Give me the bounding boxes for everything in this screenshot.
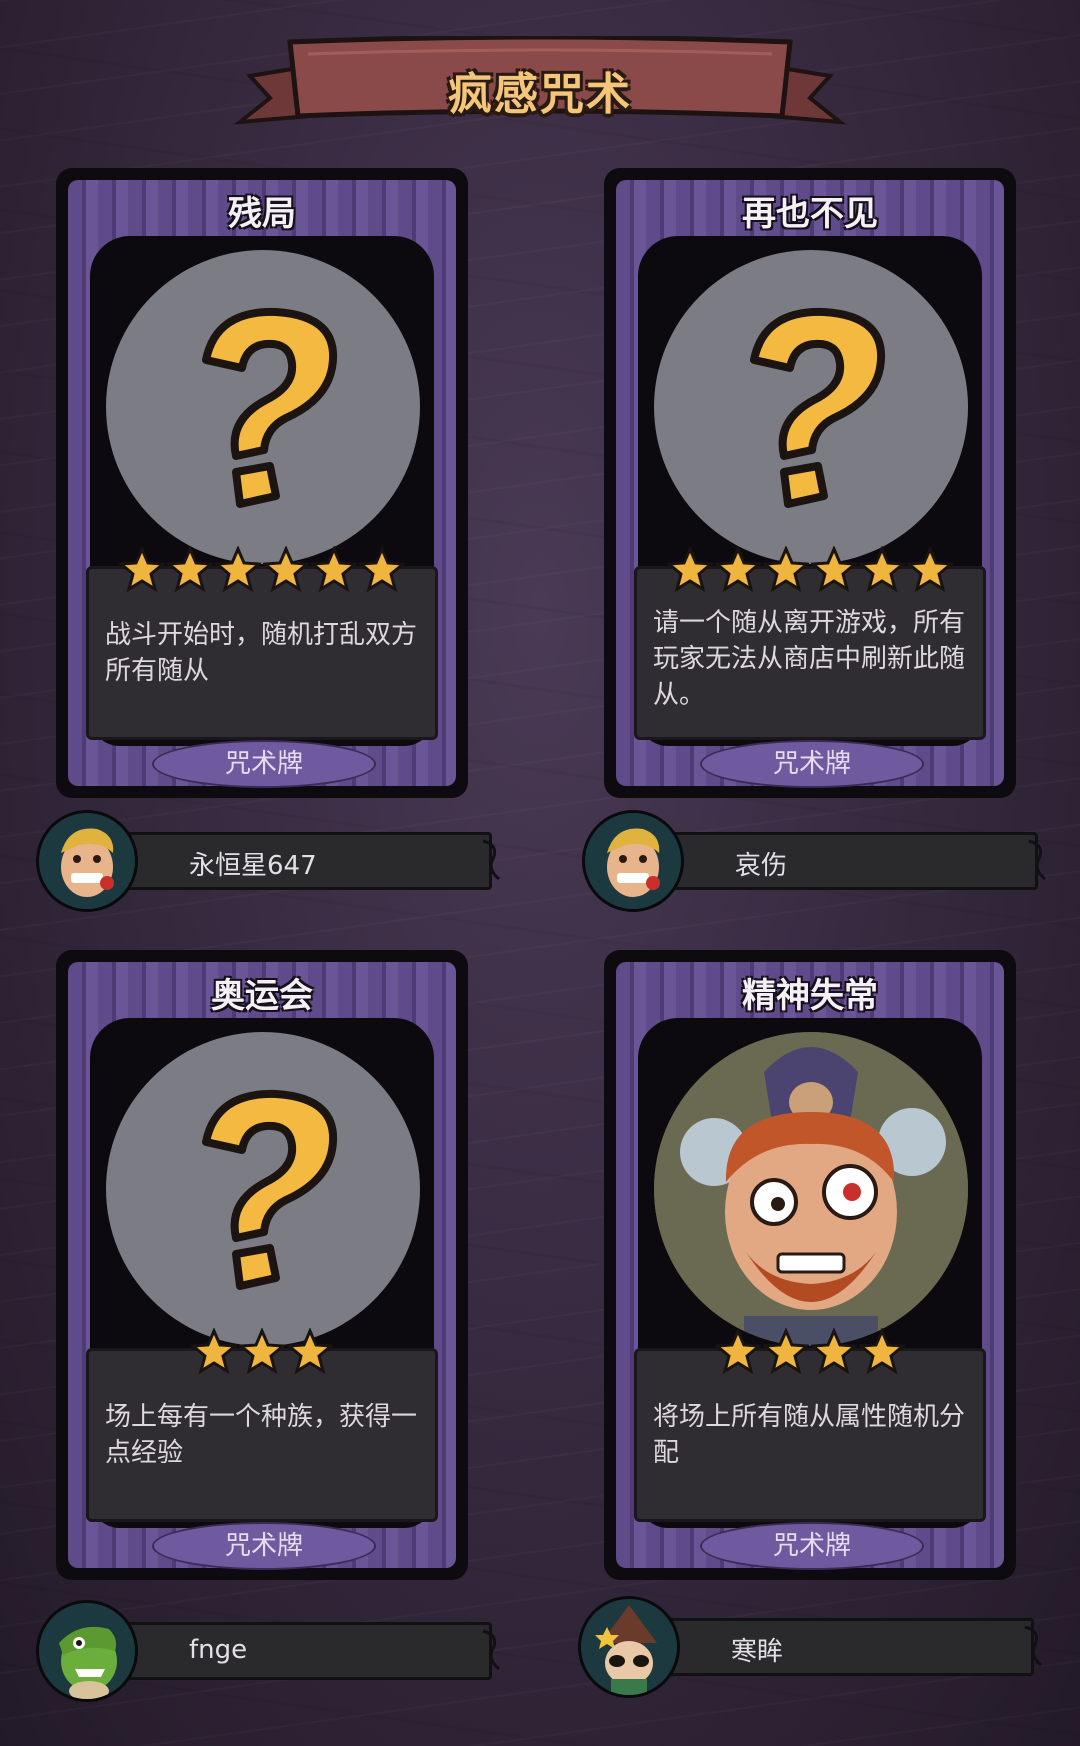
star-rating <box>56 1328 468 1374</box>
author-nameplate: 寒眸 <box>648 1618 1042 1676</box>
star-icon <box>311 546 357 592</box>
spell-card[interactable]: 再也不见 请一个随从离开游戏，所有玩家无法从商店中刷新此随从。 咒术牌 <box>604 168 1016 798</box>
rose-man-avatar <box>582 810 684 912</box>
star-icon <box>907 546 953 592</box>
crazed-bearded-man-illustration <box>654 1032 968 1346</box>
author-name: 永恒星647 <box>189 851 317 881</box>
star-icon <box>667 546 713 592</box>
star-icon <box>859 546 905 592</box>
witch-hat-avatar <box>578 1596 680 1698</box>
question-mark-icon <box>106 1032 420 1346</box>
star-icon <box>859 1328 905 1374</box>
author-row[interactable]: 哀伤 <box>582 810 1046 912</box>
card-type-label: 咒术牌 <box>700 1522 924 1570</box>
author-row[interactable]: 寒眸 <box>578 1596 1042 1698</box>
star-icon <box>287 1328 333 1374</box>
scroll-end-icon <box>1028 839 1046 881</box>
card-title: 奥运会 <box>211 976 313 1016</box>
star-icon <box>215 546 261 592</box>
card-type-label: 咒术牌 <box>700 740 924 788</box>
star-rating <box>604 546 1016 592</box>
author-name: 哀伤 <box>735 851 788 881</box>
star-icon <box>191 1328 237 1374</box>
card-title: 精神失常 <box>742 976 878 1016</box>
star-icon <box>763 1328 809 1374</box>
rose-man-avatar <box>36 810 138 912</box>
card-description: 场上每有一个种族，获得一点经验 <box>105 1402 418 1468</box>
card-type-label: 咒术牌 <box>152 1522 376 1570</box>
scroll-end-icon <box>1024 1625 1042 1667</box>
author-name: fnge <box>189 1635 248 1665</box>
card-title: 残局 <box>228 194 296 234</box>
spell-card[interactable]: 精神失常 将场上所有随从属性随机分配 咒术牌 <box>604 950 1016 1580</box>
star-icon <box>763 546 809 592</box>
page-title: 疯感咒术 <box>448 69 632 120</box>
card-description: 战斗开始时，随机打乱双方所有随从 <box>105 620 418 686</box>
author-row[interactable]: 永恒星647 <box>36 810 500 912</box>
author-row[interactable]: fnge <box>36 1600 500 1702</box>
scroll-end-icon <box>482 839 500 881</box>
card-description-box: 场上每有一个种族，获得一点经验 <box>86 1348 438 1522</box>
author-nameplate: fnge <box>106 1622 500 1680</box>
star-icon <box>811 1328 857 1374</box>
author-nameplate: 永恒星647 <box>106 832 500 890</box>
question-mark-icon <box>106 250 420 564</box>
author-nameplate: 哀伤 <box>652 832 1046 890</box>
star-icon <box>715 546 761 592</box>
card-description: 请一个随从离开游戏，所有玩家无法从商店中刷新此随从。 <box>653 608 966 710</box>
spell-card[interactable]: 奥运会 场上每有一个种族，获得一点经验 咒术牌 <box>56 950 468 1580</box>
title-banner: 疯感咒术 <box>230 36 850 132</box>
star-icon <box>811 546 857 592</box>
card-type-label: 咒术牌 <box>152 740 376 788</box>
star-rating <box>56 546 468 592</box>
star-icon <box>119 546 165 592</box>
star-icon <box>239 1328 285 1374</box>
green-dinosaur-avatar <box>36 1600 138 1702</box>
star-icon <box>263 546 309 592</box>
card-description-box: 请一个随从离开游戏，所有玩家无法从商店中刷新此随从。 <box>634 566 986 740</box>
author-name: 寒眸 <box>731 1637 784 1667</box>
star-icon <box>167 546 213 592</box>
star-icon <box>715 1328 761 1374</box>
spell-card[interactable]: 残局 战斗开始时，随机打乱双方所有随从 咒术牌 <box>56 168 468 798</box>
star-rating <box>604 1328 1016 1374</box>
card-description-box: 将场上所有随从属性随机分配 <box>634 1348 986 1522</box>
card-description-box: 战斗开始时，随机打乱双方所有随从 <box>86 566 438 740</box>
card-description: 将场上所有随从属性随机分配 <box>653 1402 966 1468</box>
star-icon <box>359 546 405 592</box>
scroll-end-icon <box>482 1629 500 1671</box>
spell-gallery-page: 疯感咒术 残局 战斗开始时，随机打乱双方所有随从 咒术牌 再也不见 请一个随从离… <box>0 0 1080 1746</box>
card-title: 再也不见 <box>742 194 878 234</box>
question-mark-icon <box>654 250 968 564</box>
